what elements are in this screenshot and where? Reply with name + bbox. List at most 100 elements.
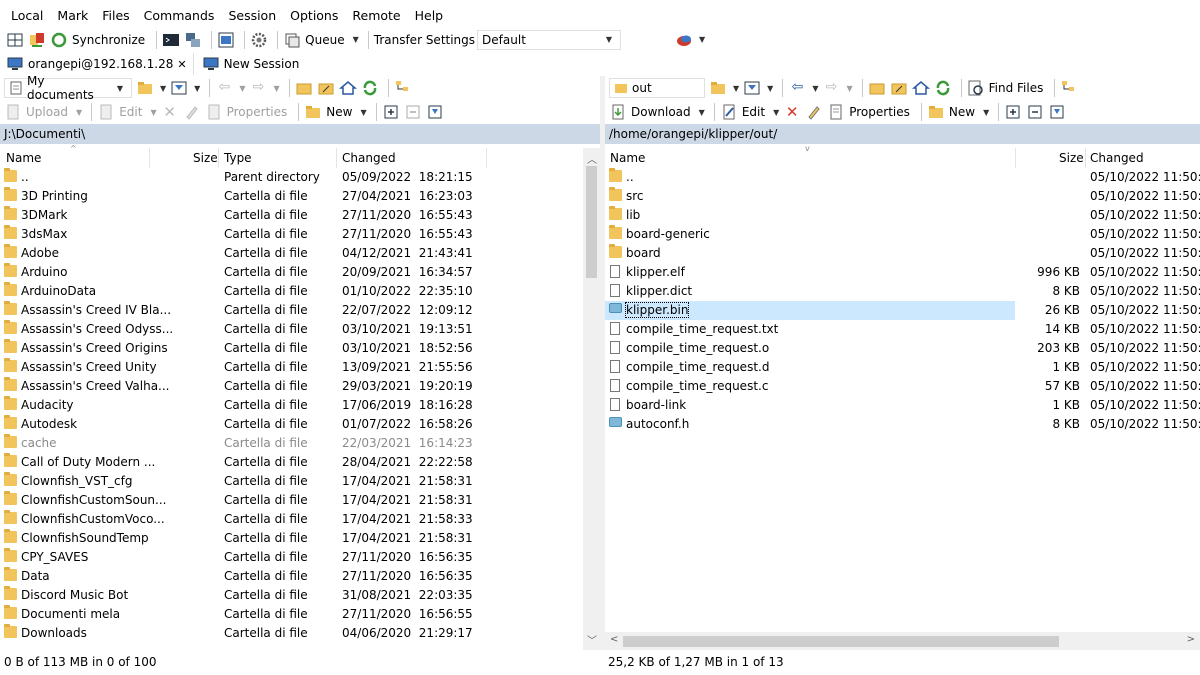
table-row[interactable]: compile_time_request.c 57 KB 05/10/2022 11… xyxy=(605,377,1200,396)
filter-icon[interactable] xyxy=(743,79,761,97)
chevron-down-icon[interactable]: ▼ xyxy=(194,84,200,93)
scroll-thumb[interactable] xyxy=(623,636,1059,647)
table-row[interactable]: Call of Duty Modern ... Cartella di file 2… xyxy=(0,453,600,472)
tab-new-session[interactable]: New Session xyxy=(194,53,299,75)
queue-dropdown-icon[interactable]: ▼ xyxy=(353,35,359,44)
find-files-icon[interactable] xyxy=(967,79,985,97)
table-row[interactable]: Clownfish_VST_cfg Cartella di file 17/04/2… xyxy=(0,472,600,491)
chevron-down-icon[interactable]: ▼ xyxy=(360,108,366,117)
table-row[interactable]: autoconf.h 8 KB 05/10/2022 11:50:07 xyxy=(605,415,1200,434)
refresh-panels-icon[interactable] xyxy=(217,31,235,49)
table-row[interactable]: Discord Music Bot Cartella di file 31/08/2… xyxy=(0,586,600,605)
chevron-down-icon[interactable]: ▼ xyxy=(76,108,82,117)
table-row[interactable]: ClownfishSoundTemp Cartella di file 17/04/… xyxy=(0,529,600,548)
tree-icon[interactable] xyxy=(1060,79,1078,97)
new-folder-icon[interactable] xyxy=(304,103,322,121)
back-icon[interactable]: ⇦ xyxy=(788,79,806,97)
table-row[interactable]: Assassin's Creed Origins Cartella di file… xyxy=(0,339,600,358)
filter-icon[interactable] xyxy=(170,79,188,97)
chevron-down-icon[interactable]: ▼ xyxy=(273,84,279,93)
header-changed[interactable]: Changed xyxy=(342,151,396,165)
forward-icon[interactable]: ⇨ xyxy=(249,79,267,97)
queue-icon[interactable] xyxy=(283,31,301,49)
home-icon[interactable] xyxy=(338,79,357,97)
scroll-down-icon[interactable]: ﹀ xyxy=(587,632,597,647)
table-row[interactable]: src 05/10/2022 11:50:28 xyxy=(605,187,1200,206)
table-row[interactable]: board-link 1 KB 05/10/2022 11:50:06 xyxy=(605,396,1200,415)
home-icon[interactable] xyxy=(911,79,930,97)
table-row[interactable]: klipper.bin 26 KB 05/10/2022 11:50:38 xyxy=(605,301,1200,320)
select-all-icon[interactable] xyxy=(382,103,400,121)
edit-button[interactable]: Edit xyxy=(119,105,142,119)
table-row[interactable]: compile_time_request.d 1 KB 05/10/2022 11:… xyxy=(605,358,1200,377)
header-size[interactable]: Size xyxy=(193,151,218,165)
table-row[interactable]: CPY_SAVES Cartella di file 27/11/2020 16:5… xyxy=(0,548,600,567)
chevron-down-icon[interactable]: ▼ xyxy=(699,35,705,44)
compare-dirs-icon[interactable] xyxy=(6,31,24,49)
table-row[interactable]: Arduino Cartella di file 20/09/2021 16:34:… xyxy=(0,263,600,282)
parent-dir-icon[interactable] xyxy=(295,79,313,97)
upload-icon[interactable] xyxy=(4,103,22,121)
table-row[interactable]: .. Parent directory 05/09/2022 18:21:15 xyxy=(0,168,600,187)
table-row[interactable]: Assassin's Creed IV Bla... Cartella di fi… xyxy=(0,301,600,320)
tab-session[interactable]: orangepi@192.168.1.28 ✕ xyxy=(6,53,194,75)
chevron-down-icon[interactable]: ▼ xyxy=(150,108,156,117)
table-row[interactable]: 3D Printing Cartella di file 27/04/2021 16… xyxy=(0,187,600,206)
queue-button[interactable]: Queue xyxy=(305,33,344,47)
chevron-down-icon[interactable]: ▼ xyxy=(699,108,705,117)
gear-icon[interactable] xyxy=(250,31,268,49)
table-row[interactable]: klipper.dict 8 KB 05/10/2022 11:50:29 xyxy=(605,282,1200,301)
select-all-icon[interactable] xyxy=(1004,103,1022,121)
table-row[interactable]: Assassin's Creed Unity Cartella di file 13… xyxy=(0,358,600,377)
table-row[interactable]: 3dsMax Cartella di file 27/11/2020 16:55:4… xyxy=(0,225,600,244)
table-row[interactable]: 3DMark Cartella di file 27/11/2020 16:55:4… xyxy=(0,206,600,225)
edit-icon[interactable] xyxy=(720,103,738,121)
table-row[interactable]: Assassin's Creed Odyss... Cartella di fil… xyxy=(0,320,600,339)
synchronize-icon[interactable] xyxy=(50,31,68,49)
table-row[interactable]: .. 05/10/2022 11:50:06 xyxy=(605,168,1200,187)
remote-horizontal-scrollbar[interactable]: < > xyxy=(605,632,1200,650)
header-name[interactable]: Name xyxy=(6,151,41,165)
transfer-mode-icon[interactable] xyxy=(675,31,693,49)
new-button[interactable]: New xyxy=(949,105,975,119)
open-folder-icon[interactable] xyxy=(136,79,154,97)
find-files-button[interactable]: Find Files xyxy=(989,81,1044,95)
menu-options[interactable]: Options xyxy=(283,8,345,23)
filter-select-icon[interactable] xyxy=(1048,103,1066,121)
download-icon[interactable] xyxy=(609,103,627,121)
delete-icon[interactable]: ✕ xyxy=(783,103,801,121)
remote-location-select[interactable]: out xyxy=(609,78,705,98)
rename-icon[interactable] xyxy=(183,103,201,121)
table-row[interactable]: ArduinoData Cartella di file 01/10/2022 22… xyxy=(0,282,600,301)
table-row[interactable]: ClownfishCustomSoun... Cartella di file 17… xyxy=(0,491,600,510)
table-row[interactable]: compile_time_request.txt 14 KB 05/10/2022 … xyxy=(605,320,1200,339)
scroll-thumb[interactable] xyxy=(586,166,597,278)
properties-icon[interactable] xyxy=(205,103,223,121)
new-folder-icon[interactable] xyxy=(927,103,945,121)
tree-icon[interactable] xyxy=(394,79,412,97)
edit-icon[interactable] xyxy=(97,103,115,121)
header-changed[interactable]: Changed xyxy=(1090,151,1144,165)
rename-icon[interactable] xyxy=(805,103,823,121)
synchronize-button[interactable]: Synchronize xyxy=(72,33,145,47)
header-type[interactable]: Type xyxy=(224,151,252,165)
table-row[interactable]: klipper.elf 996 KB 05/10/2022 11:50:38 xyxy=(605,263,1200,282)
table-row[interactable]: Documenti mela Cartella di file 27/11/2020… xyxy=(0,605,600,624)
local-path-bar[interactable]: J:\Documenti\ xyxy=(0,124,600,144)
table-row[interactable]: Data Cartella di file 27/11/2020 16:56:35 xyxy=(0,567,600,586)
download-button[interactable]: Download xyxy=(631,105,691,119)
chevron-down-icon[interactable]: ▼ xyxy=(733,84,739,93)
menu-remote[interactable]: Remote xyxy=(345,8,407,23)
unselect-all-icon[interactable] xyxy=(1026,103,1044,121)
parent-dir-icon[interactable] xyxy=(868,79,886,97)
chevron-down-icon[interactable]: ▼ xyxy=(773,108,779,117)
menu-files[interactable]: Files xyxy=(95,8,136,23)
chevron-down-icon[interactable]: ▼ xyxy=(846,84,852,93)
refresh-icon[interactable] xyxy=(934,79,952,97)
chevron-down-icon[interactable]: ▼ xyxy=(812,84,818,93)
open-folder-icon[interactable] xyxy=(709,79,727,97)
table-row[interactable]: Audacity Cartella di file 17/06/2019 18:16… xyxy=(0,396,600,415)
scroll-up-icon[interactable]: ︿ xyxy=(587,151,597,166)
root-dir-icon[interactable] xyxy=(317,79,335,97)
synchronize-browsing-icon[interactable] xyxy=(28,31,46,49)
